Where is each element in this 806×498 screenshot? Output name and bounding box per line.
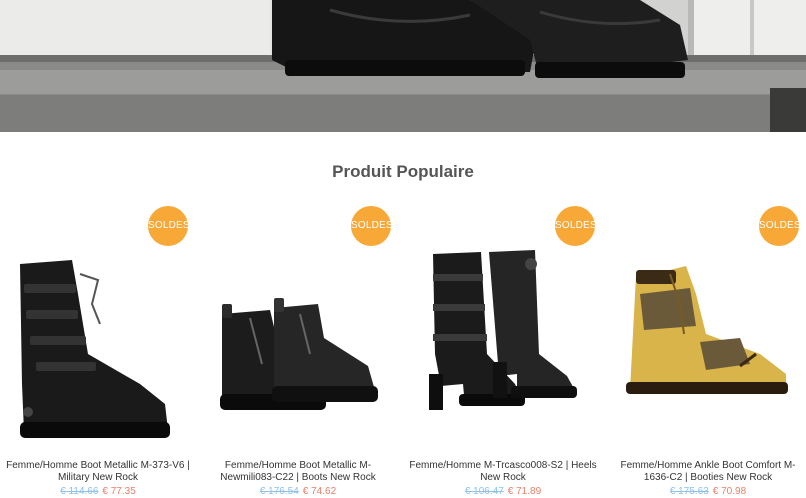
sale-price: € 77.35 [102, 486, 136, 497]
product-prices: € 175.63 € 70.98 [610, 486, 806, 498]
product-card[interactable]: SOLDES Femme/Homme Boot Metallic M-Newmi… [200, 196, 396, 498]
old-price: € 176.54 [259, 486, 299, 497]
product-image[interactable] [200, 234, 396, 446]
product-image[interactable] [610, 234, 806, 446]
product-name[interactable]: Femme/Homme Boot Metallic M-Newmili083-C… [200, 460, 396, 484]
old-price: € 106.47 [464, 486, 504, 497]
product-prices: € 106.47 € 71.89 [405, 486, 601, 498]
old-price: € 114.66 [60, 486, 99, 497]
product-grid: SOLDES Femme/Homme Boot Metallic M-373-V… [0, 196, 806, 498]
product-name[interactable]: Femme/Homme Boot Metallic M-373-V6 | Mil… [0, 460, 196, 484]
product-card[interactable]: SOLDES Femme/Homme Ankle Boot Comfort M-… [610, 196, 806, 498]
hero-image [0, 0, 806, 132]
old-price: € 175.63 [669, 486, 709, 497]
product-prices: € 114.66 € 77.35 [0, 486, 196, 498]
product-name[interactable]: Femme/Homme M-Trcasco008-S2 | Heels New … [405, 460, 601, 484]
sale-price: € 74.62 [302, 486, 337, 497]
product-image[interactable] [0, 234, 196, 446]
product-card[interactable]: SOLDES Femme/Homme Boot Metallic M-373-V… [0, 196, 196, 498]
sale-price: € 70.98 [712, 486, 747, 497]
product-prices: € 176.54 € 74.62 [200, 486, 396, 498]
hero-banner [0, 0, 806, 132]
sale-price: € 71.89 [507, 486, 542, 497]
section-title: Produit Populaire [332, 162, 474, 181]
product-name[interactable]: Femme/Homme Ankle Boot Comfort M-1636-C2… [610, 460, 806, 484]
product-image[interactable] [405, 234, 601, 446]
product-card[interactable]: SOLDES Femme/Homme M-Trcasco008-S2 | Hee… [405, 196, 601, 498]
